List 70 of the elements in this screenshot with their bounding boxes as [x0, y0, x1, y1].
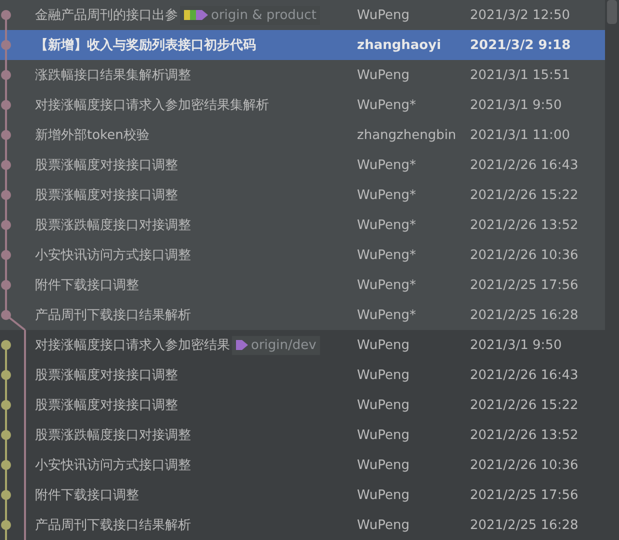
commit-date: 2021/2/25 16:28 [470, 308, 580, 322]
commit-message: 【新增】收入与奖励列表接口初步代码 [35, 36, 256, 54]
commit-date: 2021/3/2 9:18 [470, 38, 572, 52]
commit-date: 2021/2/25 16:28 [470, 518, 580, 532]
commit-row[interactable]: 新增外部token校验 zhangzhengbin 2021/3/1 11:00 [0, 120, 605, 150]
commit-message: 股票涨幅度对接接口调整 [35, 397, 178, 414]
commit-row[interactable]: 涨跌幅接口结果集解析调整 WuPeng 2021/3/1 15:51 [0, 60, 605, 90]
commit-row[interactable]: 附件下载接口调整 WuPeng* 2021/2/25 17:56 [0, 270, 605, 300]
commit-author: WuPeng* [357, 188, 417, 202]
commit-message: 产品周刊下载接口结果解析 [35, 517, 191, 534]
commit-date: 2021/3/1 9:50 [470, 338, 563, 352]
commit-date: 2021/3/1 11:00 [470, 128, 571, 142]
commit-message: 股票涨跌幅度接口对接调整 [35, 217, 191, 234]
commit-row[interactable]: 股票涨跌幅度接口对接调整 WuPeng* 2021/2/26 13:52 [0, 210, 605, 240]
scrollbar-thumb[interactable] [607, 0, 617, 24]
tag-icon [184, 9, 208, 21]
branch-tag: origin & product [180, 6, 320, 24]
commit-row[interactable]: 股票涨幅度对接接口调整 WuPeng* 2021/2/26 16:43 [0, 150, 605, 180]
commit-date: 2021/3/1 15:51 [470, 68, 571, 82]
commit-row[interactable]: 股票涨幅度对接接口调整 WuPeng* 2021/2/26 15:22 [0, 180, 605, 210]
commit-author: WuPeng* [357, 308, 417, 322]
commit-row[interactable]: 【新增】收入与奖励列表接口初步代码 zhanghaoyi 2021/3/2 9:18 [0, 30, 605, 60]
commit-message: 产品周刊下载接口结果解析 [35, 307, 191, 324]
commit-author: WuPeng [357, 458, 410, 472]
commit-author: WuPeng [357, 368, 410, 382]
commit-date: 2021/2/26 13:52 [470, 428, 580, 442]
commit-row[interactable]: 产品周刊下载接口结果解析 WuPeng* 2021/2/25 16:28 [0, 300, 605, 330]
commit-date: 2021/3/1 9:50 [470, 98, 563, 112]
commit-author: zhanghaoyi [357, 38, 442, 52]
commit-message: 新增外部token校验 [35, 127, 150, 144]
commit-author: WuPeng* [357, 98, 417, 112]
commit-message: 对接涨幅度接口请求入参加密结果集解析 [35, 97, 269, 114]
commit-date: 2021/2/25 17:56 [470, 488, 580, 502]
commit-author: WuPeng [357, 518, 410, 532]
commit-message: 金融产品周刊的接口出参 [35, 7, 178, 24]
commit-message: 股票涨幅度对接接口调整 [35, 157, 178, 174]
commit-message: 对接涨幅度接口请求入参加密结果 [35, 337, 230, 354]
tag-icon [236, 339, 248, 351]
commit-date: 2021/3/2 12:50 [470, 8, 571, 22]
commit-message: 股票涨跌幅度接口对接调整 [35, 427, 191, 444]
commit-author: WuPeng* [357, 218, 417, 232]
commit-date: 2021/2/26 13:52 [470, 218, 580, 232]
commit-message: 股票涨幅度对接接口调整 [35, 187, 178, 204]
commit-row[interactable]: 小安快讯访问方式接口调整 WuPeng* 2021/2/26 10:36 [0, 240, 605, 270]
commit-author: WuPeng [357, 338, 410, 352]
commit-date: 2021/2/26 10:36 [470, 248, 580, 262]
commit-author: zhangzhengbin [357, 128, 458, 142]
commit-date: 2021/2/26 10:36 [470, 458, 580, 472]
commit-author: WuPeng* [357, 248, 417, 262]
commit-author: WuPeng [357, 68, 410, 82]
branch-tag: origin/dev [232, 336, 320, 354]
commit-row[interactable]: 金融产品周刊的接口出参 origin & product WuPeng 2021/3/2 12:50 [0, 0, 605, 30]
commit-author: WuPeng [357, 8, 410, 22]
commit-message: 小安快讯访问方式接口调整 [35, 457, 191, 474]
commit-author: WuPeng [357, 428, 410, 442]
commit-date: 2021/2/26 16:43 [470, 158, 580, 172]
commit-row[interactable]: 对接涨幅度接口请求入参加密结果集解析 WuPeng* 2021/3/1 9:50 [0, 90, 605, 120]
commit-message: 涨跌幅接口结果集解析调整 [35, 67, 191, 84]
commit-message: 附件下载接口调整 [35, 277, 139, 294]
commit-date: 2021/2/26 16:43 [470, 368, 580, 382]
commit-author: WuPeng* [357, 278, 417, 292]
commit-date: 2021/2/26 15:22 [470, 398, 580, 412]
commit-date: 2021/2/25 17:56 [470, 278, 580, 292]
commit-message: 股票涨幅度对接接口调整 [35, 367, 178, 384]
commit-author: WuPeng [357, 488, 410, 502]
commit-message: 附件下载接口调整 [35, 487, 139, 504]
commit-message: 小安快讯访问方式接口调整 [35, 247, 191, 264]
commit-date: 2021/2/26 15:22 [470, 188, 580, 202]
commit-author: WuPeng [357, 398, 410, 412]
commit-author: WuPeng* [357, 158, 417, 172]
